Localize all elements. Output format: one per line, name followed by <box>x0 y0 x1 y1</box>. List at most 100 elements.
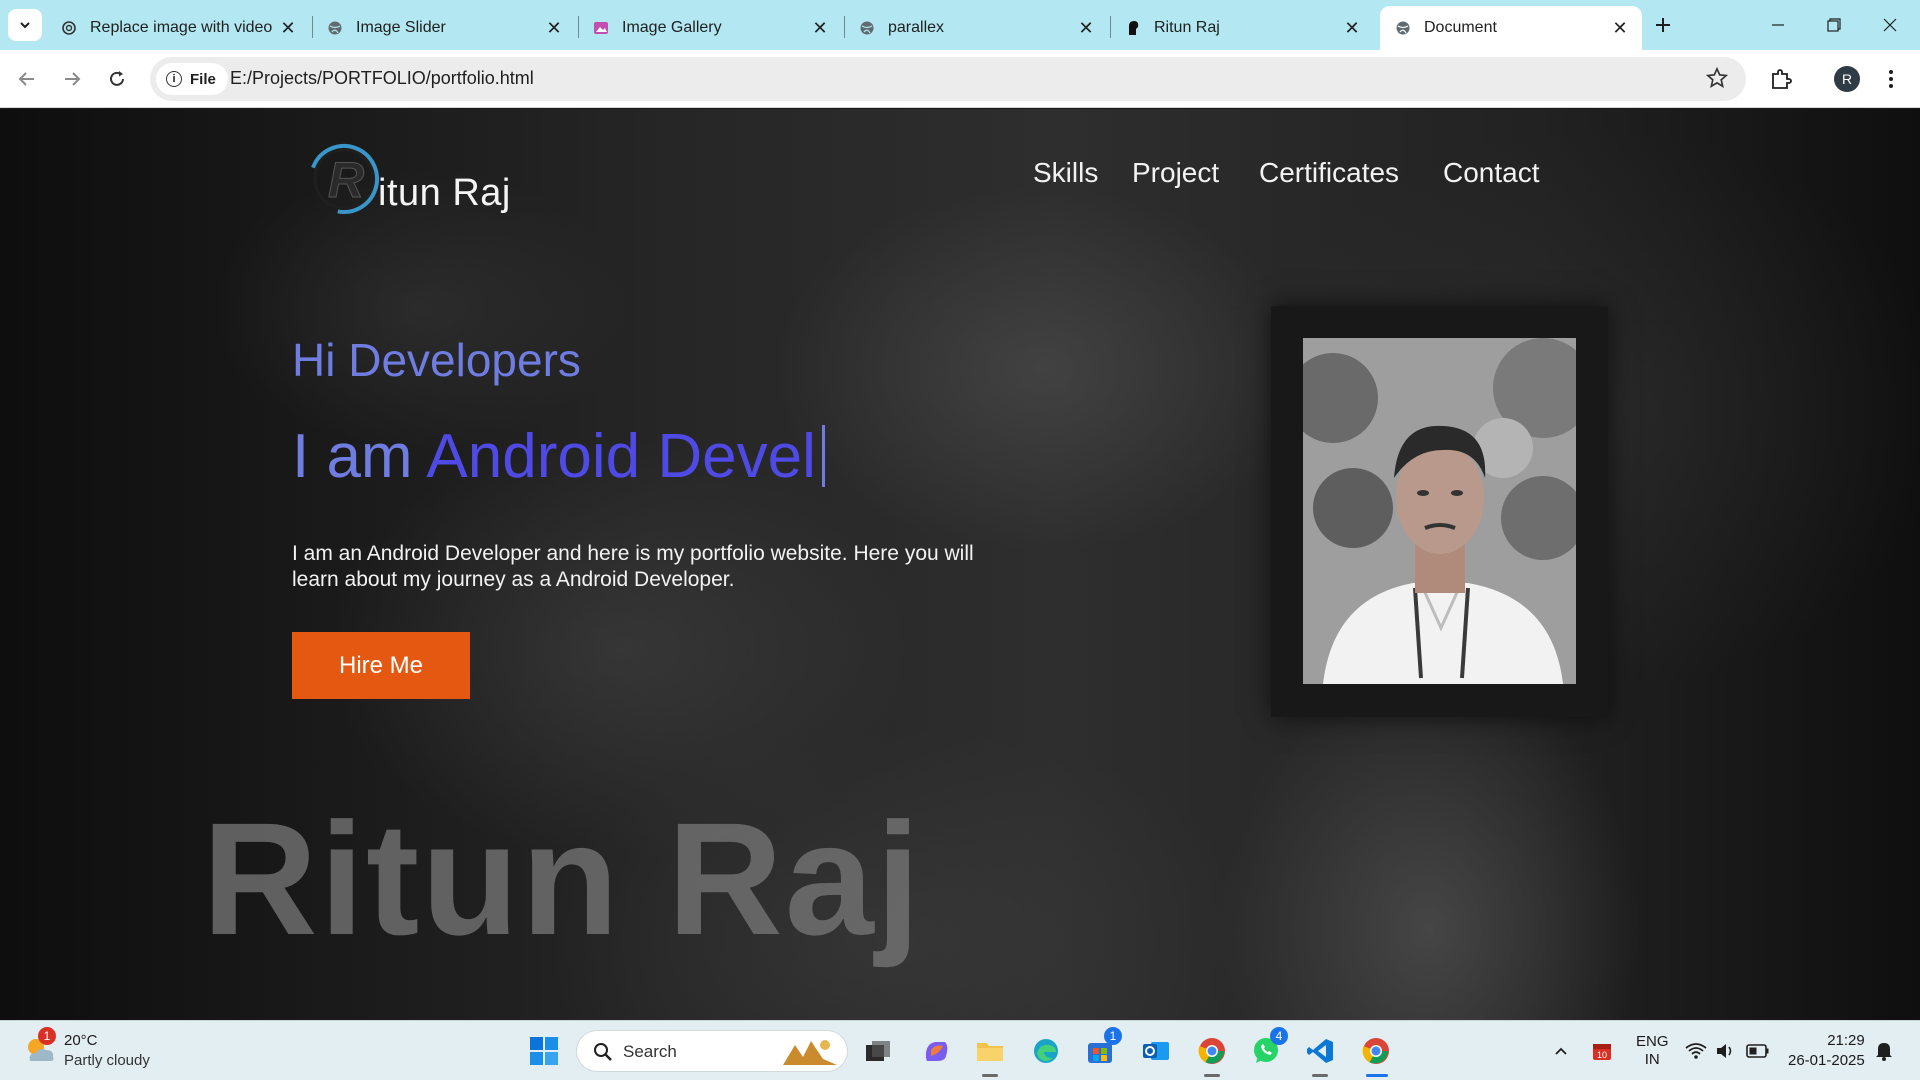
clock-time: 21:29 <box>1827 1032 1865 1049</box>
search-icon <box>594 1043 612 1061</box>
restore-button[interactable] <box>1806 0 1862 50</box>
info-icon: i <box>166 71 182 87</box>
vscode-button[interactable] <box>1300 1031 1340 1077</box>
tab-label: Document <box>1424 19 1497 36</box>
profile-favicon-icon <box>1124 19 1142 37</box>
nav-contact[interactable]: Contact <box>1443 157 1540 189</box>
kebab-menu-icon <box>1889 70 1893 88</box>
weather-temp: 20°C <box>64 1032 98 1049</box>
globe-icon <box>858 19 876 37</box>
image-icon <box>592 19 610 37</box>
folder-icon <box>977 1043 1003 1061</box>
puzzle-icon <box>1772 69 1792 89</box>
minimize-button[interactable] <box>1750 0 1806 50</box>
region-code: IN <box>1644 1051 1660 1068</box>
tab-ritun-raj[interactable]: Ritun Raj ✕ <box>1110 6 1374 50</box>
close-icon[interactable]: ✕ <box>544 18 564 38</box>
tab-label: parallex <box>888 19 945 36</box>
tab-image-gallery[interactable]: Image Gallery ✕ <box>578 6 842 50</box>
battery-button[interactable] <box>1738 1031 1778 1071</box>
bell-icon <box>1876 1043 1892 1061</box>
taskbar-search[interactable]: Search <box>576 1030 848 1072</box>
extensions-button[interactable] <box>1764 62 1798 96</box>
notifications-button[interactable] <box>1864 1031 1904 1071</box>
file-explorer-button[interactable] <box>970 1031 1010 1077</box>
close-icon[interactable]: ✕ <box>1342 18 1362 38</box>
clock[interactable]: 21:29 26-01-2025 <box>1788 1031 1865 1071</box>
task-view-button[interactable] <box>858 1031 898 1071</box>
close-window-button[interactable] <box>1862 0 1918 50</box>
reload-icon <box>110 71 124 86</box>
new-tab-button[interactable] <box>1648 10 1678 40</box>
whatsapp-button[interactable]: 4 <box>1246 1027 1288 1071</box>
profile-photo-frame <box>1271 306 1608 717</box>
close-icon[interactable]: ✕ <box>1610 18 1630 38</box>
close-icon[interactable]: ✕ <box>278 18 298 38</box>
nav-certificates[interactable]: Certificates <box>1259 157 1399 189</box>
lang-code: ENG <box>1636 1033 1669 1050</box>
site-logo[interactable]: R <box>304 139 384 219</box>
address-bar[interactable]: i File E:/Projects/PORTFOLIO/portfolio.h… <box>150 57 1746 101</box>
store-button[interactable]: 1 <box>1080 1027 1122 1071</box>
reload-button[interactable] <box>100 62 134 96</box>
back-button[interactable] <box>10 62 44 96</box>
copilot-icon <box>925 1042 948 1061</box>
profile-avatar[interactable]: R <box>1834 66 1860 92</box>
forward-button[interactable] <box>55 62 89 96</box>
menu-button[interactable] <box>1874 62 1908 96</box>
show-hidden-icons-button[interactable] <box>1541 1031 1581 1071</box>
windows-logo-icon <box>530 1037 558 1065</box>
minimize-icon <box>1772 24 1784 26</box>
vscode-icon <box>1307 1039 1333 1063</box>
search-label: Search <box>623 1042 677 1061</box>
chevron-down-icon <box>20 22 30 29</box>
copilot-button[interactable] <box>916 1031 956 1071</box>
tab-document[interactable]: Document ✕ <box>1380 6 1642 50</box>
language-indicator[interactable]: ENG IN <box>1636 1033 1669 1069</box>
tab-parallex[interactable]: parallex ✕ <box>844 6 1108 50</box>
site-info-chip[interactable]: i File <box>156 63 228 95</box>
hire-me-button[interactable]: Hire Me <box>292 632 470 699</box>
profile-photo <box>1303 338 1576 684</box>
logo-text[interactable]: itun Raj <box>378 172 511 215</box>
tab-search-button[interactable] <box>8 9 42 41</box>
running-indicator <box>982 1074 998 1077</box>
intro-prefix: I am <box>292 422 413 491</box>
intro-description: I am an Android Developer and here is my… <box>292 542 974 591</box>
search-highlight-icon <box>783 1040 837 1065</box>
calendar-icon: 10 <box>1593 1044 1611 1060</box>
whatsapp-badge: 4 <box>1270 1027 1288 1045</box>
watermark-name: Ritun Raj <box>202 789 923 968</box>
arrow-left-icon <box>18 72 34 86</box>
calendar-tray-button[interactable]: 10 <box>1582 1031 1622 1071</box>
nav-project[interactable]: Project <box>1132 157 1219 189</box>
restore-icon <box>1827 18 1841 32</box>
running-indicator <box>1204 1074 1220 1077</box>
typing-cursor <box>821 425 825 487</box>
weather-desc: Partly cloudy <box>64 1052 150 1069</box>
tab-image-slider[interactable]: Image Slider ✕ <box>312 6 576 50</box>
url-text[interactable]: E:/Projects/PORTFOLIO/portfolio.html <box>230 68 534 89</box>
tab-label: Image Gallery <box>622 19 722 36</box>
tab-label: Ritun Raj <box>1154 19 1220 36</box>
active-indicator <box>1366 1074 1388 1077</box>
chrome-profile-button[interactable] <box>1192 1031 1232 1077</box>
nav-skills[interactable]: Skills <box>1033 157 1098 189</box>
chrome-active-button[interactable] <box>1356 1031 1396 1077</box>
close-icon[interactable]: ✕ <box>810 18 830 38</box>
tab-replace-image[interactable]: Replace image with video ✕ <box>46 6 310 50</box>
bookmark-star-icon[interactable] <box>1705 66 1730 91</box>
close-icon[interactable]: ✕ <box>1076 18 1096 38</box>
running-indicator <box>1312 1074 1328 1077</box>
outlook-icon <box>1143 1042 1169 1060</box>
weather-widget[interactable]: 1 20°C Partly cloudy <box>22 1027 172 1073</box>
task-view-icon <box>866 1041 890 1061</box>
globe-icon <box>1394 19 1412 37</box>
start-button[interactable] <box>524 1031 564 1071</box>
logo-letter: R <box>328 152 364 208</box>
outlook-button[interactable] <box>1136 1031 1176 1071</box>
battery-icon <box>1746 1044 1769 1058</box>
close-icon <box>1883 18 1897 32</box>
chevron-up-icon <box>1555 1047 1567 1055</box>
edge-button[interactable] <box>1026 1031 1066 1071</box>
